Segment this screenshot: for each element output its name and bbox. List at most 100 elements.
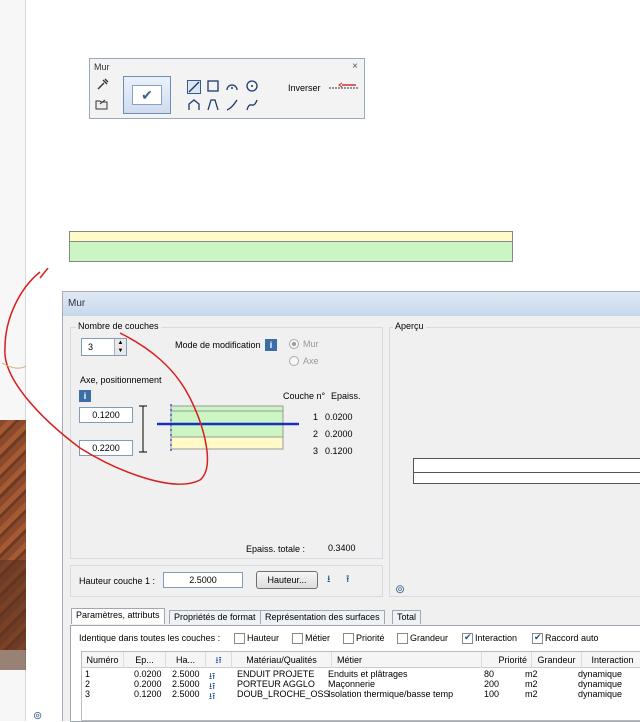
couche-2-num: 2 bbox=[313, 429, 319, 439]
cell-ha: 2.5000 bbox=[172, 669, 200, 679]
inverse-icon[interactable] bbox=[328, 81, 360, 93]
circle-icon[interactable] bbox=[245, 80, 259, 94]
col-metier[interactable]: Métier bbox=[332, 652, 482, 668]
check-hauteur-label: Hauteur bbox=[247, 633, 280, 643]
cell-ha: 2.5000 bbox=[172, 679, 200, 689]
cell-grandeur: m2 bbox=[525, 689, 538, 699]
cell-interaction: dynamique bbox=[578, 669, 623, 679]
layer-bar-green bbox=[69, 242, 513, 262]
table-row[interactable]: 2 0.2000 2.5000 ⭳⭱ PORTEUR AGGLO Maçonne… bbox=[82, 679, 640, 691]
cell-materiau: PORTEUR AGGLO bbox=[237, 679, 315, 689]
col-numero[interactable]: Numéro bbox=[82, 652, 124, 668]
tab-panel: Identique dans toutes les couches : Haut… bbox=[70, 625, 640, 722]
table-header: Numéro Ep... Ha... ⭳⭱ Matériau/Qualités … bbox=[82, 652, 640, 668]
tab-total[interactable]: Total bbox=[392, 610, 422, 624]
check-grandeur[interactable] bbox=[397, 633, 408, 644]
eyedropper-icon[interactable] bbox=[95, 77, 109, 91]
cell-num: 3 bbox=[85, 689, 91, 699]
cell-grandeur: m2 bbox=[525, 669, 538, 679]
radio-axe[interactable] bbox=[289, 356, 299, 366]
open-folder-icon[interactable] bbox=[95, 97, 109, 111]
apercu-layer-2 bbox=[413, 473, 640, 484]
col-grandeur[interactable]: Grandeur bbox=[532, 652, 582, 668]
cell-num: 1 bbox=[85, 669, 91, 679]
cell-materiau: DOUB_LROCHE_OSS bbox=[237, 689, 330, 699]
info-icon[interactable]: i bbox=[265, 339, 277, 351]
radio-axe-label: Axe bbox=[303, 356, 319, 366]
mur-toolbar: Mur × ✔ Inverser bbox=[89, 58, 365, 119]
tab-strip: Paramètres, attributs Propriétés de form… bbox=[71, 608, 640, 626]
identique-label: Identique dans toutes les couches : bbox=[79, 633, 221, 643]
cell-metier: Isolation thermique/basse temp bbox=[328, 689, 454, 699]
cell-ep: 0.1200 bbox=[134, 689, 162, 699]
wood-shadow bbox=[0, 560, 26, 670]
couche-1-ep: 0.0200 bbox=[325, 412, 353, 422]
arc-icon[interactable] bbox=[225, 80, 239, 94]
check-metier-label: Métier bbox=[305, 633, 331, 643]
inverser-label: Inverser bbox=[288, 83, 321, 93]
hauteur-couche-field[interactable]: 2.5000 bbox=[163, 572, 243, 588]
cell-priorite: 100 bbox=[484, 689, 500, 699]
tab-parametres[interactable]: Paramètres, attributs bbox=[71, 608, 165, 624]
col-priorite[interactable]: Priorité bbox=[482, 652, 532, 668]
col-ep[interactable]: Ep... bbox=[124, 652, 166, 668]
rectangle-icon[interactable] bbox=[206, 80, 220, 94]
cell-priorite: 80 bbox=[484, 669, 495, 679]
trapezoid-icon[interactable] bbox=[206, 99, 220, 113]
apercu-label: Aperçu bbox=[393, 321, 426, 331]
couche-3-num: 3 bbox=[313, 446, 319, 456]
epaiss-totale-label: Epaiss. totale : bbox=[246, 544, 306, 554]
check-raccord-auto-label: Raccord auto bbox=[545, 633, 599, 643]
hauteur-couche-label: Hauteur couche 1 : bbox=[79, 576, 156, 586]
check-raccord-auto[interactable] bbox=[532, 632, 543, 644]
cell-interaction: dynamique bbox=[578, 689, 623, 699]
cell-num: 2 bbox=[85, 679, 91, 689]
arrow-up-icon[interactable]: ⭱ bbox=[346, 572, 350, 589]
apercu-layer-1 bbox=[413, 458, 640, 473]
toolbar-title: Mur bbox=[94, 62, 110, 72]
check-metier[interactable] bbox=[292, 633, 303, 644]
compass-icon[interactable]: ⊚ bbox=[33, 709, 42, 722]
check-grandeur-label: Grandeur bbox=[410, 633, 449, 643]
cell-metier: Maçonnerie bbox=[328, 679, 376, 689]
cell-priorite: 200 bbox=[484, 679, 500, 689]
arrow-down-icon[interactable]: ⭳ bbox=[327, 572, 331, 589]
check-interaction-label: Interaction bbox=[475, 633, 518, 643]
red-annotation bbox=[1, 268, 209, 485]
couche-2-ep: 0.2000 bbox=[325, 429, 353, 439]
cell-ep: 0.2000 bbox=[134, 679, 162, 689]
cell-ep: 0.0200 bbox=[134, 669, 162, 679]
spline-icon[interactable] bbox=[245, 99, 259, 113]
col-ha[interactable]: Ha... bbox=[166, 652, 206, 668]
cell-interaction: dynamique bbox=[578, 679, 623, 689]
check-priorite[interactable] bbox=[343, 633, 354, 644]
layer-bar-yellow bbox=[69, 231, 513, 242]
couche-1-num: 1 bbox=[313, 412, 319, 422]
couche-3-ep: 0.1200 bbox=[325, 446, 353, 456]
tab-representation-surfaces[interactable]: Représentation des surfaces bbox=[260, 610, 385, 624]
cell-metier: Enduits et plâtrages bbox=[328, 669, 408, 679]
refresh-preview-icon[interactable]: ⊚ bbox=[395, 582, 405, 596]
validate-button[interactable]: ✔ bbox=[123, 76, 171, 114]
radio-mur[interactable] bbox=[289, 339, 299, 349]
hauteur-button[interactable]: Hauteur... bbox=[256, 571, 318, 589]
check-interaction[interactable] bbox=[462, 632, 473, 644]
cell-materiau: ENDUIT PROJETE bbox=[237, 669, 315, 679]
cell-ha: 2.5000 bbox=[172, 689, 200, 699]
check-hauteur[interactable] bbox=[234, 633, 245, 644]
polyline-icon[interactable] bbox=[187, 99, 201, 113]
close-icon[interactable]: × bbox=[352, 61, 358, 72]
line-icon[interactable] bbox=[187, 80, 201, 94]
table-row[interactable]: 1 0.0200 2.5000 ⭳⭱ ENDUIT PROJETE Enduit… bbox=[82, 669, 640, 681]
col-materiau[interactable]: Matériau/Qualités bbox=[232, 652, 332, 668]
col-interaction[interactable]: Interaction bbox=[582, 652, 640, 668]
epaiss-totale-value: 0.3400 bbox=[328, 543, 356, 553]
row-arrows-icon[interactable]: ⭳⭱ bbox=[209, 689, 215, 705]
layers-table: Numéro Ep... Ha... ⭳⭱ Matériau/Qualités … bbox=[81, 651, 640, 721]
curve-icon[interactable] bbox=[225, 99, 239, 113]
check-icon: ✔ bbox=[132, 85, 162, 105]
table-row[interactable]: 3 0.1200 2.5000 ⭳⭱ DOUB_LROCHE_OSS Isola… bbox=[82, 689, 640, 701]
tab-proprietes-format[interactable]: Propriétés de format bbox=[169, 610, 261, 624]
col-arrows-icon[interactable]: ⭳⭱ bbox=[206, 652, 232, 668]
check-priorite-label: Priorité bbox=[356, 633, 385, 643]
